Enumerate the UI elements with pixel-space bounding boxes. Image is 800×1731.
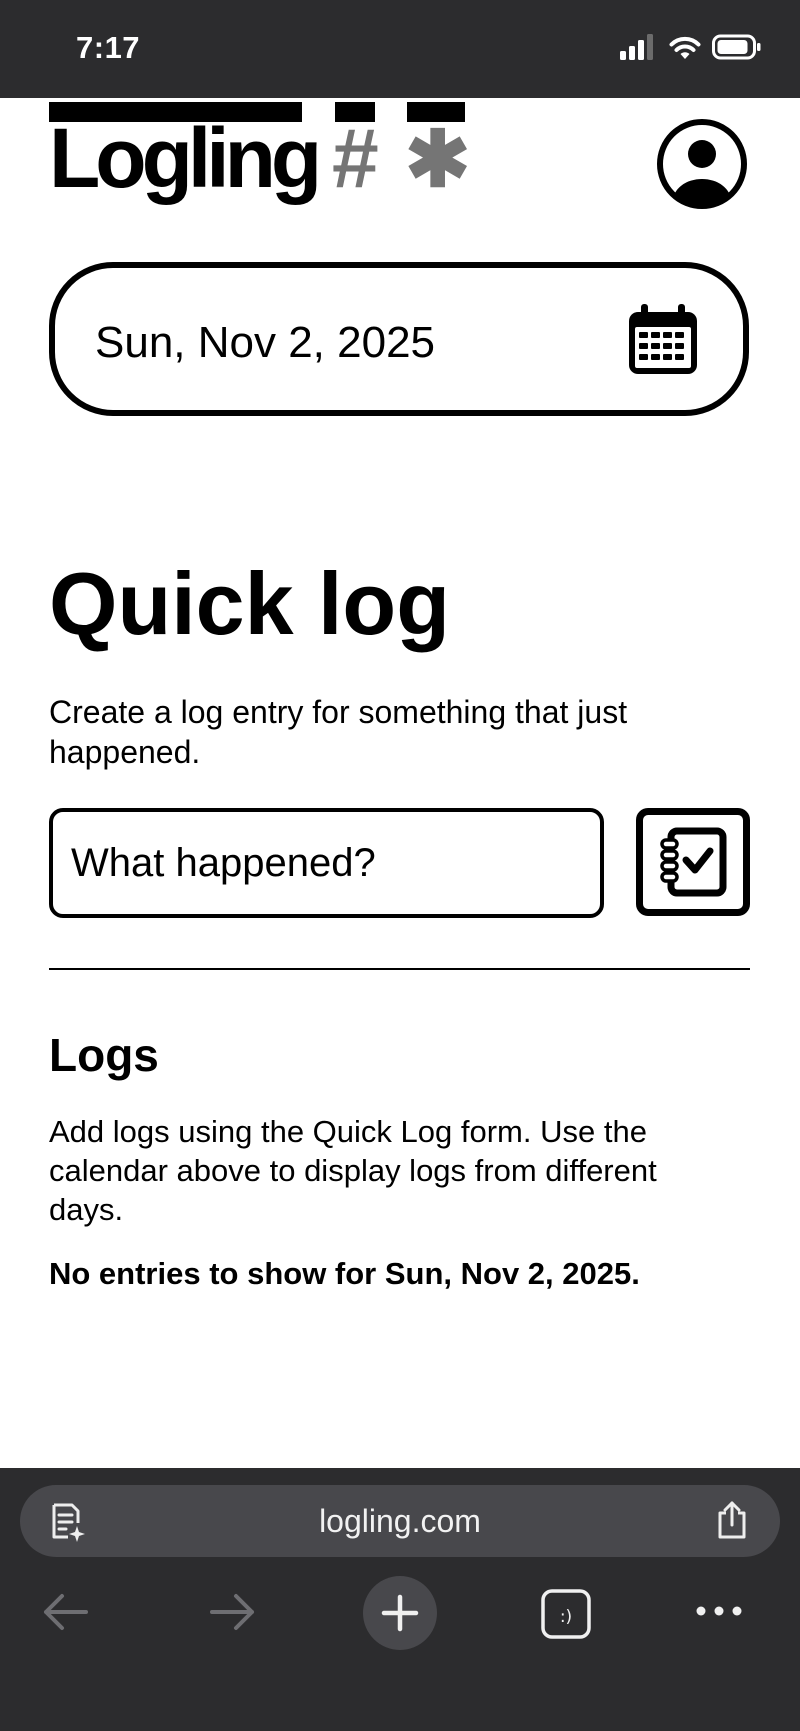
date-value: Sun, Nov 2, 2025 [95, 318, 436, 367]
back-arrow-icon [44, 1594, 88, 1630]
date-picker[interactable]: Sun, Nov 2, 2025 [49, 262, 749, 416]
user-circle-icon [657, 119, 747, 209]
more-icon [696, 1606, 742, 1616]
what-happened-input[interactable] [49, 808, 604, 918]
tabs-button[interactable]: :) [540, 1588, 592, 1643]
add-log-button[interactable] [636, 808, 750, 916]
section-divider [49, 968, 750, 970]
logs-description: Add logs using the Quick Log form. Use t… [49, 1114, 657, 1227]
forward-button[interactable] [208, 1590, 258, 1637]
status-bar: 7:17 [0, 0, 800, 98]
logo-text: Logling [49, 111, 322, 205]
forward-arrow-icon [210, 1594, 254, 1630]
quick-log-description: Create a log entry for something that ju… [49, 694, 628, 770]
cellular-signal-icon [620, 34, 653, 60]
notebook-check-icon [660, 827, 727, 897]
logo[interactable]: Logling # ✱ [49, 102, 479, 212]
plus-icon [381, 1594, 419, 1632]
wifi-icon [669, 36, 701, 59]
calendar-icon [629, 304, 697, 374]
more-button[interactable] [694, 1596, 744, 1629]
url-text: logling.com [319, 1503, 481, 1539]
quick-log-title: Quick log [49, 554, 450, 653]
svg-text::): :) [560, 1607, 572, 1627]
share-icon[interactable] [712, 1499, 752, 1541]
status-time: 7:17 [76, 30, 141, 65]
battery-icon [712, 34, 761, 60]
address-bar[interactable]: logling.com [20, 1485, 780, 1557]
logs-title: Logs [49, 1029, 159, 1081]
empty-logs-message: No entries to show for Sun, Nov 2, 2025. [49, 1256, 640, 1291]
tabs-icon: :) [541, 1589, 591, 1639]
logo-asterisk-glyph: ✱ [405, 115, 471, 203]
back-button[interactable] [40, 1590, 90, 1637]
browser-toolbar: logling.com :) [0, 1468, 800, 1731]
profile-button[interactable] [655, 117, 749, 211]
logo-hash-glyph: # [332, 111, 379, 205]
new-tab-button[interactable] [363, 1576, 437, 1650]
